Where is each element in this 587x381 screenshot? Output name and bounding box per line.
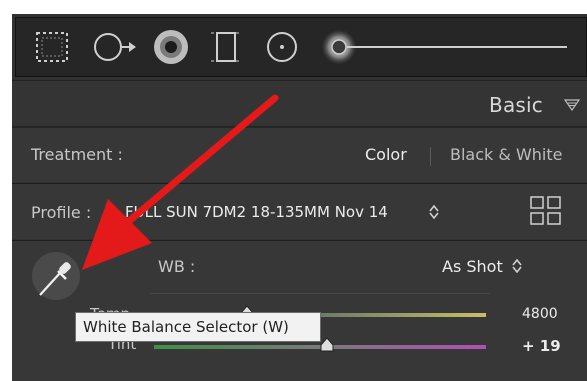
- lightroom-develop-panel-screenshot: Basic Treatment : Color Black & White Pr…: [0, 0, 587, 381]
- annotation-arrow: [82, 94, 279, 270]
